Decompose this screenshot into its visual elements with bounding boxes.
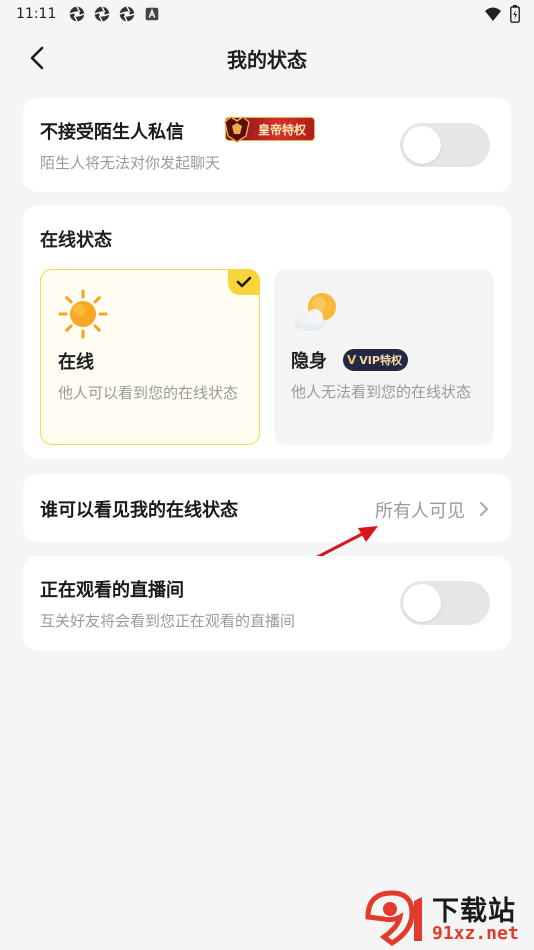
sun-icon (58, 289, 108, 339)
online-option[interactable]: 在线 他人可以看到您的在线状态 (40, 269, 260, 445)
visibility-title: 谁可以看见我的在线状态 (40, 500, 238, 521)
online-status-title: 在线状态 (40, 230, 112, 251)
stranger-dm-card: 不接受陌生人私信 皇帝特权 陌生人将无法对你发起聊天 (23, 98, 511, 192)
nav-bar: 我的状态 (0, 30, 534, 86)
invisible-option-desc: 他人无法看到您的在线状态 (291, 383, 472, 401)
stranger-dm-title: 不接受陌生人私信 (40, 122, 184, 143)
online-option-desc: 他人可以看到您的在线状态 (58, 384, 239, 402)
stranger-dm-subtitle: 陌生人将无法对你发起聊天 (40, 154, 221, 172)
page-title: 我的状态 (227, 48, 307, 72)
invisible-option[interactable]: 隐身 V VIP特权 他人无法看到您的在线状态 (274, 269, 494, 445)
crest-icon (224, 116, 250, 143)
toggle-knob (403, 126, 441, 164)
status-right (484, 5, 520, 23)
online-status-card: 在线状态 在线 他人可以看到您的在线状态 隐身 V VIP特权 他人无法看到您的… (23, 206, 511, 459)
watching-subtitle: 互关好友将会看到您正在观看的直播间 (40, 612, 296, 630)
visibility-value: 所有人可见 (375, 501, 465, 522)
site-logo-icon (365, 890, 422, 947)
vip-badge-label: VIP特权 (359, 354, 402, 367)
status-bar: 11:11 (0, 0, 534, 28)
status-time: 11:11 (16, 6, 57, 22)
watching-card: 正在观看的直播间 互关好友将会看到您正在观看的直播间 (23, 556, 511, 650)
watermark: 下载站 91xz.net (362, 885, 534, 950)
invisible-option-label: 隐身 (291, 351, 327, 372)
battery-icon (510, 5, 520, 23)
check-icon (236, 276, 252, 288)
aperture-icon (69, 6, 85, 22)
aperture-icon (94, 6, 110, 22)
visibility-row[interactable]: 谁可以看见我的在线状态 所有人可见 (23, 474, 511, 542)
stranger-dm-toggle[interactable] (400, 123, 490, 167)
watching-toggle[interactable] (400, 581, 490, 625)
emperor-privilege-badge: 皇帝特权 (224, 116, 315, 143)
aperture-icon (119, 6, 135, 22)
watermark-domain: 91xz.net (432, 923, 519, 944)
toggle-knob (403, 584, 441, 622)
vip-privilege-badge: V VIP特权 (343, 349, 408, 371)
selected-check (228, 269, 260, 295)
watching-title: 正在观看的直播间 (40, 580, 184, 601)
chevron-right-icon (480, 502, 488, 516)
cloud-sun-icon (294, 293, 336, 331)
font-a-icon (146, 7, 159, 21)
online-option-label: 在线 (58, 352, 94, 373)
vip-v-icon: V (347, 353, 357, 367)
wifi-icon (485, 7, 501, 21)
emperor-badge-label: 皇帝特权 (257, 122, 306, 137)
